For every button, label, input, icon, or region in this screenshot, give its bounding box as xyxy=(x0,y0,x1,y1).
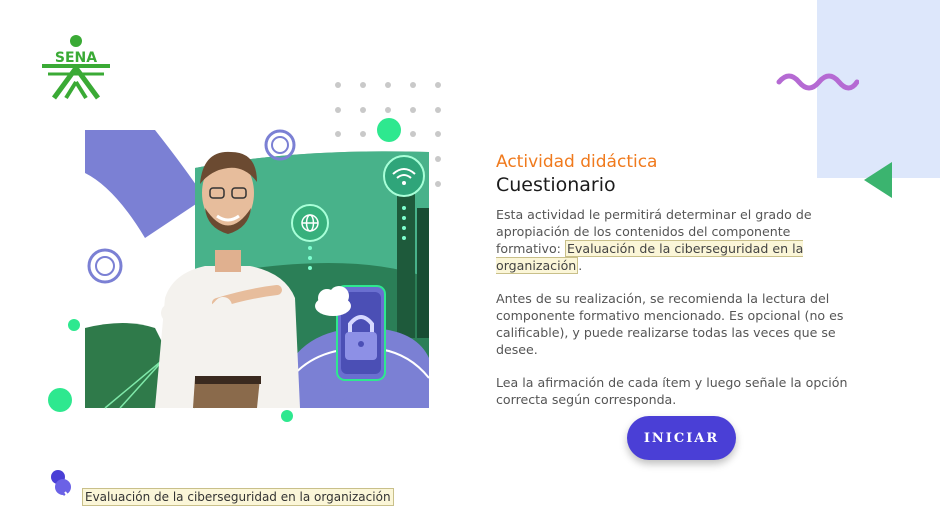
globe-icon xyxy=(291,204,329,242)
component-title-label: Evaluación de la ciberseguridad en la or… xyxy=(82,488,394,506)
hero-illustration xyxy=(48,82,441,422)
decorative-wave xyxy=(776,73,859,91)
start-button[interactable]: INICIAR xyxy=(627,416,736,460)
pushpin-icon xyxy=(51,470,72,501)
logo-text: SENA xyxy=(55,50,97,66)
activity-subtitle: Actividad didáctica xyxy=(496,152,658,172)
intro-end: . xyxy=(578,258,583,273)
wifi-icon xyxy=(383,155,425,197)
activity-title: Cuestionario xyxy=(496,174,616,196)
intro-paragraph: Esta actividad le permitirá determinar e… xyxy=(496,206,856,274)
decorative-triangle xyxy=(864,162,892,198)
activity-content: Actividad didáctica Cuestionario Esta ac… xyxy=(496,152,856,424)
recommendation-paragraph: Antes de su realización, se recomienda l… xyxy=(496,291,844,357)
instruction-paragraph: Lea la afirmación de cada ítem y luego s… xyxy=(496,375,848,407)
